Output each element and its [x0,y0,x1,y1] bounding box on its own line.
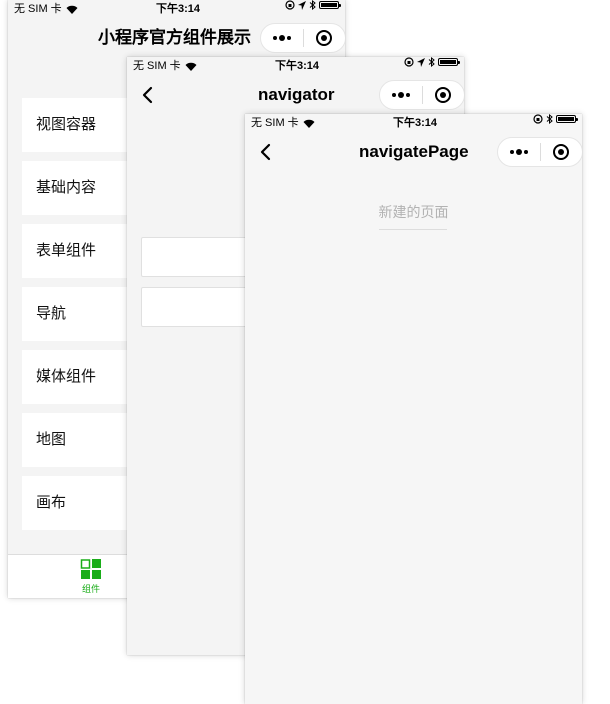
navigation-bar: navigatePage [245,132,582,172]
more-menu-button[interactable] [380,81,422,109]
status-bar: 无 SIM 卡 下午3:14 [8,0,345,18]
location-icon [298,0,306,10]
divider-line [379,229,447,230]
grid-icon [68,559,114,584]
close-miniprogram-button[interactable] [423,81,465,109]
page-title: 小程序官方组件展示 [98,28,251,47]
carrier-label: 无 SIM 卡 [251,117,299,129]
back-arrow-icon[interactable] [255,140,279,164]
more-dots-icon [509,149,528,155]
lock-rotation-icon [285,0,295,10]
page-title: navigatePage [359,142,469,161]
capsule-buttons [260,23,345,53]
target-close-icon [435,87,452,103]
target-close-icon [316,30,333,46]
close-miniprogram-button[interactable] [304,24,346,52]
status-bar: 无 SIM 卡 下午3:14 [245,114,582,132]
battery-icon [438,58,460,66]
wifi-icon [185,62,197,71]
target-close-icon [553,144,570,160]
bluetooth-icon [309,0,316,10]
more-menu-button[interactable] [498,138,540,166]
more-menu-button[interactable] [261,24,303,52]
new-page-text: 新建的页面 [378,204,449,220]
battery-icon [556,115,578,123]
navigation-bar: 小程序官方组件展示 [8,18,345,58]
tab-label-components: 组件 [81,584,100,594]
status-bar: 无 SIM 卡 下午3:14 [127,57,464,75]
status-time: 下午3:14 [275,60,320,72]
more-dots-icon [272,35,291,41]
location-icon [417,57,425,67]
lock-rotation-icon [404,57,414,67]
wifi-icon [66,5,78,14]
navigation-bar: navigator [127,75,464,115]
page-title: navigator [258,85,335,104]
wifi-icon [303,119,315,128]
bluetooth-icon [546,114,553,124]
back-arrow-icon[interactable] [137,83,161,107]
carrier-label: 无 SIM 卡 [14,3,62,15]
status-time: 下午3:14 [156,3,201,15]
status-time: 下午3:14 [393,117,438,129]
phone-screen-navigate-page: 无 SIM 卡 下午3:14 navigatePage 新建的页面 [245,114,582,704]
close-miniprogram-button[interactable] [541,138,583,166]
carrier-label: 无 SIM 卡 [133,60,181,72]
capsule-buttons [379,80,464,110]
battery-icon [319,1,341,9]
tab-components[interactable]: 组件 [68,559,114,594]
bluetooth-icon [428,57,435,67]
capsule-buttons [497,137,582,167]
more-dots-icon [391,92,410,98]
lock-rotation-icon [533,114,543,124]
